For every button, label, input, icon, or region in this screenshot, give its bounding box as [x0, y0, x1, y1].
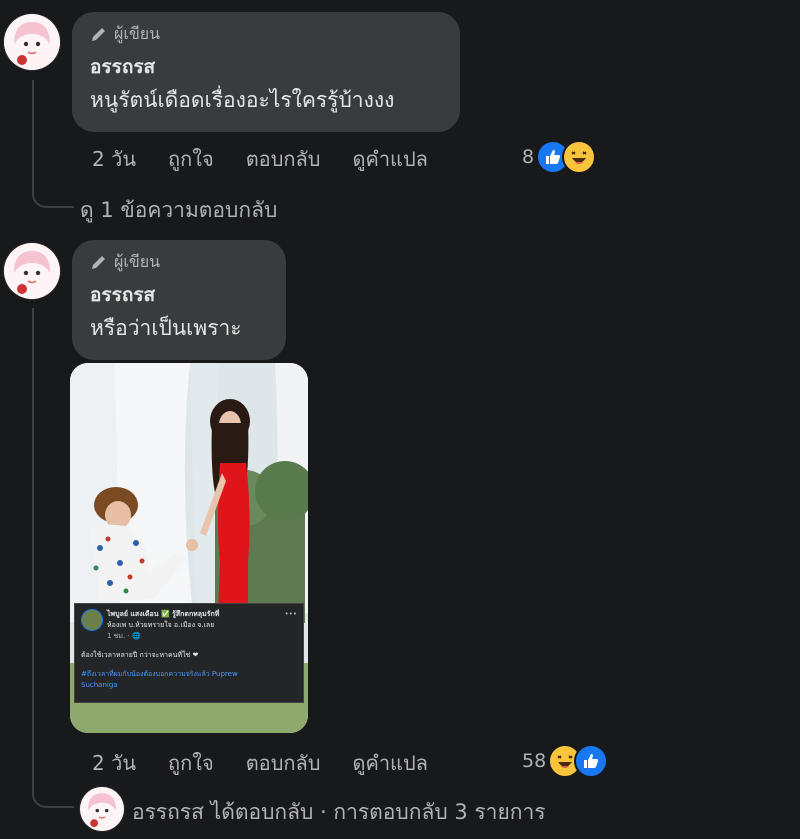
comment-text: หรือว่าเป็นเพราะ	[90, 316, 242, 340]
comment-text: หนูรัตน์เดือดเรื่องอะไรใครรู้บ้างงง	[90, 88, 395, 112]
post-card-hashtag-2: Suchaniga	[81, 681, 118, 689]
like-icon	[574, 744, 609, 778]
avatar[interactable]	[4, 14, 60, 70]
thread-connector	[32, 80, 74, 208]
like-button[interactable]: ถูกใจ	[168, 143, 214, 175]
comment-actions: 2 วัน ถูกใจ ตอบกลับ ดูคำแปล	[92, 748, 460, 778]
reply-avatar[interactable]	[80, 787, 124, 831]
comment-time[interactable]: 2 วัน	[92, 143, 136, 175]
comment-actions: 2 วัน ถูกใจ ตอบกลับ ดูคำแปล	[92, 144, 460, 174]
author-badge: ผู้เขียน	[114, 23, 161, 43]
comment-bubble: ผู้เขียน อรรถรส หนูรัตน์เดือดเรื่องอะไรใ…	[72, 12, 460, 132]
pencil-icon	[90, 25, 108, 43]
haha-icon	[562, 140, 597, 174]
translate-button[interactable]: ดูคำแปล	[352, 747, 427, 779]
reaction-count: 58	[522, 750, 547, 772]
comment-time[interactable]: 2 วัน	[92, 747, 136, 779]
like-button[interactable]: ถูกใจ	[168, 747, 214, 779]
attached-photo[interactable]: ไพบูลย์ แสงเดือน ✅ รู้สึกตกหลุมรักที่ ห้…	[70, 363, 308, 733]
author-badge: ผู้เขียน	[114, 251, 161, 271]
view-replies-link[interactable]: ดู 1 ข้อความตอบกลับ	[80, 194, 277, 227]
post-card-hashtag: #ถึงเวลาที่ผมกับน้องต้องบอกความจริงแล้ว …	[81, 670, 238, 678]
comment-bubble: ผู้เขียน อรรถรส หรือว่าเป็นเพราะ	[72, 240, 286, 360]
embedded-post-card: ไพบูลย์ แสงเดือน ✅ รู้สึกตกหลุมรักที่ ห้…	[74, 603, 304, 703]
reaction-count: 8	[522, 146, 535, 168]
replies-summary-link[interactable]: อรรถรส ได้ตอบกลับ · การตอบกลับ 3 รายการ	[132, 796, 546, 829]
post-card-avatar	[81, 609, 103, 631]
more-options-icon: •••	[284, 610, 297, 618]
reply-button[interactable]: ตอบกลับ	[246, 747, 321, 779]
view-replies-label: ดู 1 ข้อความตอบกลับ	[80, 198, 278, 222]
translate-button[interactable]: ดูคำแปล	[352, 143, 427, 175]
thread-connector	[32, 308, 74, 808]
post-card-body: ต้องใช้เวลาหลายปี กว่าจะหาคนที่ใช่ ❤	[81, 651, 199, 659]
reaction-summary[interactable]: 58	[522, 744, 609, 778]
comment-author[interactable]: อรรถรส	[90, 280, 268, 310]
comment-author[interactable]: อรรถรส	[90, 52, 442, 82]
reply-button[interactable]: ตอบกลับ	[246, 143, 321, 175]
replies-summary-label: อรรถรส ได้ตอบกลับ · การตอบกลับ 3 รายการ	[132, 800, 546, 824]
post-card-header: ไพบูลย์ แสงเดือน ✅ รู้สึกตกหลุมรักที่	[107, 610, 220, 618]
post-card-location: ห้องเพ บ.ห้วยทรายใจ อ.เมือง จ.เลย	[107, 621, 215, 629]
pencil-icon	[90, 253, 108, 271]
post-card-time: 1 ชม. · 🌐	[107, 632, 141, 640]
avatar[interactable]	[4, 243, 60, 299]
reaction-summary[interactable]: 8	[522, 140, 597, 174]
